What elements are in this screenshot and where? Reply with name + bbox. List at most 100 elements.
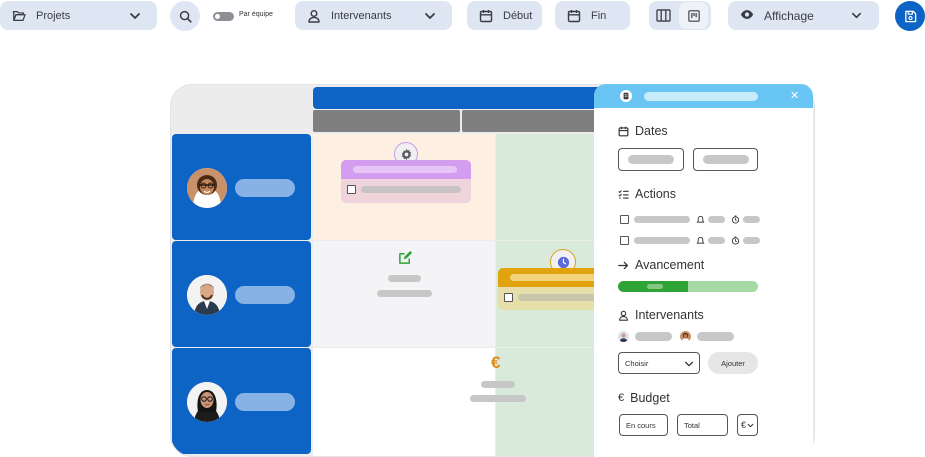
eye-icon — [740, 9, 754, 23]
action-row[interactable] — [620, 234, 760, 246]
end-date-field[interactable] — [693, 148, 758, 171]
start-date-label: Début — [503, 9, 533, 22]
choose-placeholder: Choisir — [625, 358, 649, 368]
task-checkbox[interactable] — [504, 293, 513, 302]
start-date-button[interactable]: Début — [467, 1, 542, 30]
gear-icon — [400, 148, 413, 161]
progress-title-text: Avancement — [635, 258, 705, 272]
team-toggle-label: Par équipe — [239, 11, 273, 18]
grid-cell[interactable] — [313, 348, 495, 456]
choose-stakeholder-select[interactable]: Choisir — [618, 352, 700, 374]
action-text-placeholder — [634, 236, 690, 244]
task-line-placeholder — [518, 294, 598, 301]
stakeholders-section-title: Intervenants — [618, 308, 704, 322]
avatar — [187, 168, 227, 208]
user-icon — [618, 310, 629, 321]
green-column-cell[interactable] — [496, 134, 598, 240]
progress-label-placeholder — [647, 284, 663, 289]
table-view-icon — [656, 9, 671, 22]
projects-label: Projets — [36, 9, 71, 22]
end-date-button[interactable]: Fin — [555, 1, 630, 30]
row-header-person[interactable] — [172, 348, 311, 454]
arrow-right-icon — [618, 260, 629, 271]
text-placeholder — [377, 290, 432, 297]
green-column-cell[interactable] — [496, 348, 598, 456]
chevron-down-icon — [747, 422, 754, 429]
timer-icon — [731, 235, 740, 245]
task-card[interactable] — [498, 268, 598, 310]
add-stakeholder-button[interactable]: Ajouter — [708, 352, 758, 374]
text-placeholder — [388, 275, 421, 282]
calendar-icon — [567, 9, 581, 23]
task-card[interactable] — [341, 160, 471, 203]
dates-section-title: Dates — [618, 124, 668, 138]
action-text-placeholder — [634, 215, 690, 223]
action-meta-placeholder — [708, 215, 725, 223]
close-icon[interactable]: ✕ — [790, 89, 799, 102]
kanban-view-button[interactable] — [679, 2, 708, 29]
action-meta-placeholder — [708, 236, 725, 244]
bell-icon — [696, 236, 705, 245]
stakeholders-title-text: Intervenants — [635, 308, 704, 322]
date-placeholder — [702, 155, 749, 164]
action-row[interactable] — [620, 213, 760, 225]
projects-dropdown[interactable]: Projets — [0, 1, 157, 30]
task-checkbox[interactable] — [347, 185, 356, 194]
text-placeholder — [470, 395, 526, 402]
date-placeholder — [628, 155, 674, 164]
action-meta-placeholder — [743, 236, 760, 244]
action-checkbox[interactable] — [620, 214, 629, 224]
budget-in-progress-label: En cours — [626, 420, 656, 430]
progress-bar — [618, 281, 758, 292]
calendar-icon — [618, 126, 629, 137]
chevron-down-icon — [424, 10, 436, 22]
progress-section-title: Avancement — [618, 258, 704, 272]
edit-icon[interactable] — [398, 250, 413, 265]
task-title-placeholder — [353, 166, 457, 173]
budget-total-label: Total — [684, 420, 700, 430]
text-placeholder — [481, 381, 515, 388]
name-placeholder — [235, 393, 295, 411]
avatar — [680, 331, 691, 342]
action-checkbox[interactable] — [620, 235, 629, 245]
search-icon — [179, 10, 192, 23]
budget-total-field[interactable]: Total — [677, 414, 728, 436]
end-date-label: Fin — [591, 9, 607, 22]
avatar — [187, 382, 227, 422]
search-button[interactable] — [170, 1, 200, 31]
column-header — [313, 110, 460, 132]
avatar — [187, 275, 227, 315]
task-title-placeholder — [510, 274, 598, 281]
stakeholders-dropdown[interactable]: Intervenants — [295, 1, 452, 30]
save-button[interactable] — [895, 1, 925, 31]
avatar — [618, 331, 629, 342]
checklist-icon — [618, 189, 629, 200]
row-header-person[interactable] — [172, 134, 311, 240]
name-placeholder — [235, 179, 295, 197]
table-view-button[interactable] — [649, 2, 678, 29]
task-line-placeholder — [361, 186, 461, 193]
chevron-down-icon — [851, 10, 863, 22]
dates-title-text: Dates — [635, 124, 668, 138]
stakeholder-name-placeholder — [635, 332, 672, 341]
user-icon — [307, 9, 321, 23]
stakeholder-chip[interactable] — [680, 331, 734, 342]
kanban-view-icon — [687, 9, 700, 22]
euro-icon: € — [491, 353, 501, 372]
stakeholder-chip[interactable] — [618, 331, 672, 342]
currency-select[interactable]: € — [737, 414, 758, 436]
start-date-field[interactable] — [618, 148, 684, 171]
timer-icon — [731, 214, 740, 224]
bell-icon — [696, 215, 705, 224]
actions-section-title: Actions — [618, 187, 676, 201]
calendar-icon — [479, 9, 493, 23]
row-header-person[interactable] — [172, 241, 311, 347]
display-dropdown[interactable]: Affichage — [728, 1, 879, 30]
team-toggle[interactable] — [213, 12, 234, 21]
panel-header: ✕ — [594, 84, 813, 108]
stakeholder-name-placeholder — [697, 332, 734, 341]
budget-in-progress-field[interactable]: En cours — [619, 414, 668, 436]
name-placeholder — [235, 286, 295, 304]
display-label: Affichage — [764, 8, 814, 23]
actions-title-text: Actions — [635, 187, 676, 201]
